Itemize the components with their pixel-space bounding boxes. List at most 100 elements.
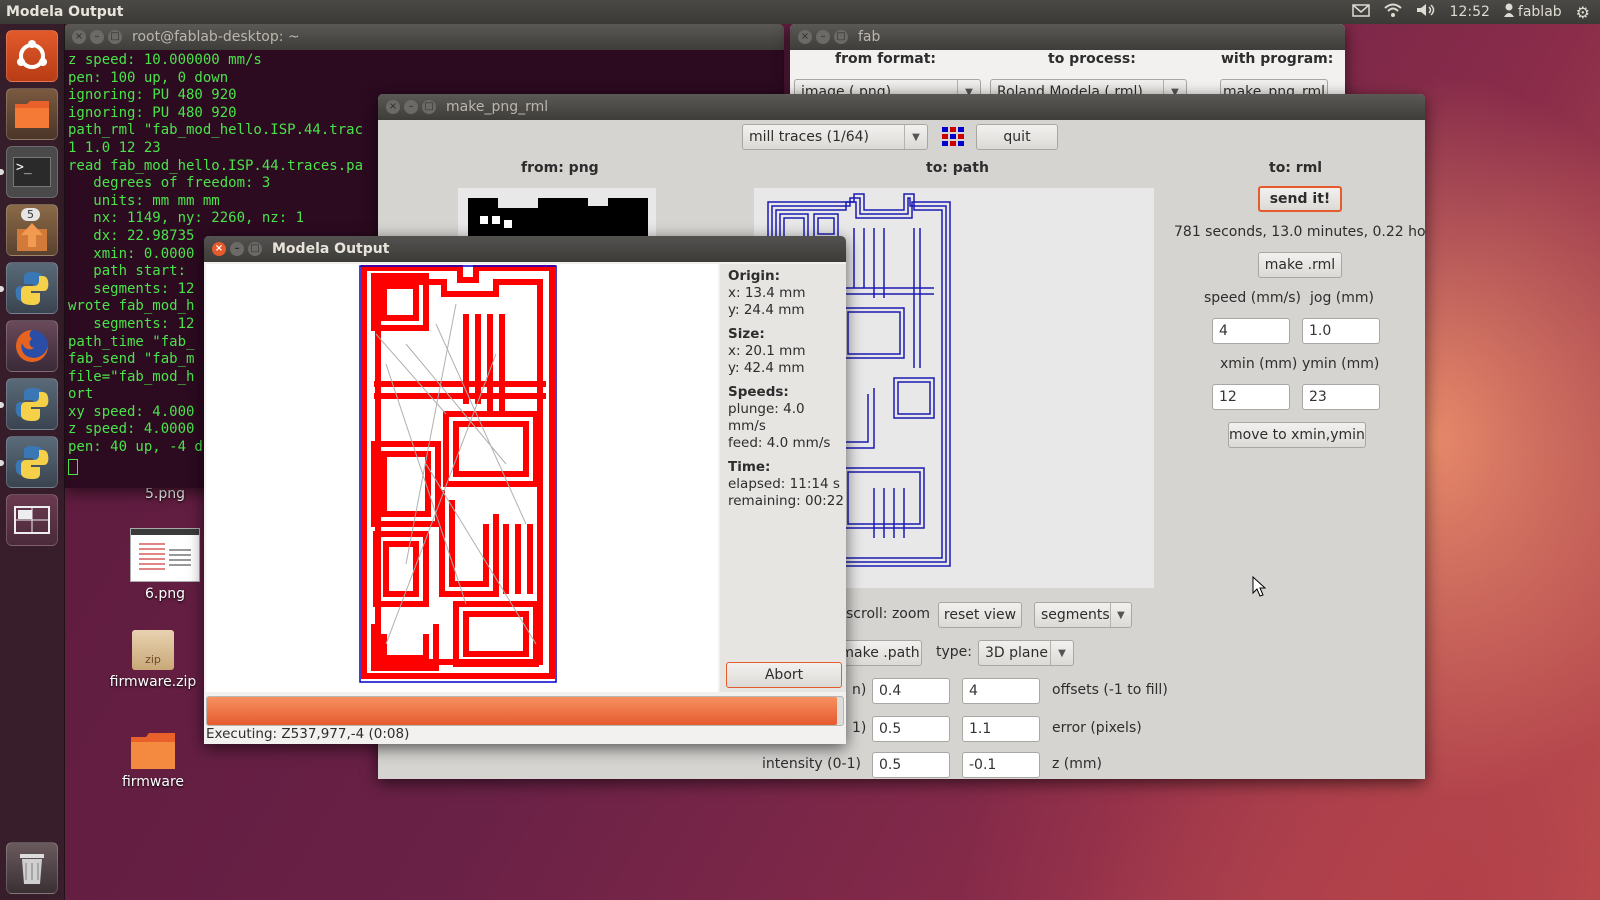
size-label: Size: <box>728 326 765 342</box>
mode-select[interactable]: mill traces (1/64) ▼ <box>742 124 928 150</box>
modela-output-window: × – □ Modela Output Origin: x: 13.4 mm y… <box>204 236 846 744</box>
fab-window: × – □ fab from format: to process: with … <box>790 24 1345 104</box>
gear-icon[interactable]: ⚙ <box>1576 3 1590 22</box>
desktop-icon-label: firmware.zip <box>109 674 197 690</box>
clock[interactable]: 12:52 <box>1450 4 1490 20</box>
trash-icon[interactable] <box>6 842 58 894</box>
origin-label: Origin: <box>728 268 781 284</box>
intensity-input[interactable]: 0.5 <box>872 752 950 778</box>
desktop-icon-firmware-zip[interactable]: zip firmware.zip <box>98 630 208 690</box>
running-indicator <box>0 169 4 175</box>
python-icon[interactable] <box>6 262 58 314</box>
from-format-label: from format: <box>835 51 937 67</box>
user-icon <box>1503 3 1514 21</box>
terminal-titlebar[interactable]: × – □ root@fablab-desktop: ~ <box>64 24 784 50</box>
type-select[interactable]: 3D plane ▼ <box>978 640 1074 666</box>
minimize-icon[interactable]: – <box>816 30 830 44</box>
user-name: fablab <box>1517 4 1562 20</box>
chevron-down-icon: ▼ <box>904 125 927 149</box>
view-mode-select[interactable]: segments ▼ <box>1034 602 1132 628</box>
wifi-icon[interactable] <box>1383 3 1402 21</box>
desktop-icon-label: firmware <box>121 774 185 790</box>
running-indicator <box>0 286 4 292</box>
intensity-label: intensity (0-1) <box>762 756 861 772</box>
terminal-line: z speed: 10.000000 mm/s <box>68 52 262 68</box>
active-window-title: Modela Output <box>6 4 124 20</box>
chevron-down-icon: ▼ <box>1109 603 1131 627</box>
close-icon[interactable]: × <box>386 100 400 114</box>
make-rml-button[interactable]: make .rml <box>1258 252 1342 278</box>
time-label: Time: <box>728 459 771 475</box>
overlap-input[interactable]: 0.5 <box>872 716 950 742</box>
to-process-label: to process: <box>1048 51 1136 67</box>
firefox-icon[interactable] <box>6 320 58 372</box>
send-it-button[interactable]: send it! <box>1258 186 1342 212</box>
modela-title: Modela Output <box>272 241 390 257</box>
feed-speed: feed: 4.0 mm/s <box>728 435 831 451</box>
palette-icon[interactable] <box>940 125 966 149</box>
make-path-button[interactable]: make .path <box>838 640 922 666</box>
jog-label: jog (mm) <box>1310 290 1374 306</box>
minimize-icon[interactable]: – <box>230 242 244 256</box>
archive-badge: zip <box>145 653 161 666</box>
with-program-label: with program: <box>1221 51 1334 67</box>
z-input[interactable]: -0.1 <box>962 752 1040 778</box>
volume-icon[interactable] <box>1416 3 1436 21</box>
mail-icon[interactable] <box>1351 3 1370 21</box>
make-png-rml-titlebar[interactable]: × – □ make_png_rml <box>378 94 1425 120</box>
maximize-icon[interactable]: □ <box>834 30 848 44</box>
offsets-input[interactable]: 4 <box>962 678 1040 704</box>
archive-icon: zip <box>132 630 174 670</box>
z-label: z (mm) <box>1052 756 1102 772</box>
desktop-icon-firmware-folder[interactable]: firmware <box>98 732 208 790</box>
dash-icon[interactable] <box>6 30 58 82</box>
type-label: type: <box>936 644 972 660</box>
modela-titlebar[interactable]: × – □ Modela Output <box>204 236 846 262</box>
python-icon[interactable] <box>6 436 58 488</box>
update-manager-icon[interactable]: 5 <box>6 204 58 256</box>
scroll-zoom-label: scroll: zoom <box>846 606 931 622</box>
folder-icon <box>130 732 176 770</box>
running-indicator <box>0 460 4 466</box>
close-icon[interactable]: × <box>798 30 812 44</box>
type-value: 3D plane <box>985 645 1048 661</box>
close-icon[interactable]: × <box>72 30 86 44</box>
to-rml-label: to: rml <box>1269 160 1323 176</box>
move-to-xmin-ymin-button[interactable]: move to xmin,ymin <box>1228 422 1366 448</box>
diameter-input[interactable]: 0.4 <box>872 678 950 704</box>
minimize-icon[interactable]: – <box>404 100 418 114</box>
speed-input[interactable]: 4 <box>1212 318 1290 344</box>
image-thumbnail-icon <box>130 528 200 582</box>
python-icon[interactable] <box>6 378 58 430</box>
size-y: y: 42.4 mm <box>728 360 805 376</box>
minimize-icon[interactable]: – <box>90 30 104 44</box>
toolpath-canvas[interactable] <box>206 264 718 692</box>
ymin-input[interactable]: 23 <box>1302 384 1380 410</box>
terminal-title: root@fablab-desktop: ~ <box>132 29 300 45</box>
abort-button[interactable]: Abort <box>726 662 842 688</box>
files-icon[interactable] <box>6 88 58 140</box>
close-icon[interactable]: × <box>212 242 226 256</box>
jog-input[interactable]: 1.0 <box>1302 318 1380 344</box>
progress-bar <box>206 696 844 726</box>
offsets-label: offsets (-1 to fill) <box>1052 682 1168 698</box>
quit-button[interactable]: quit <box>976 124 1058 150</box>
maximize-icon[interactable]: □ <box>108 30 122 44</box>
fab-title: fab <box>858 29 881 45</box>
progress-fill <box>207 697 837 725</box>
to-path-label: to: path <box>926 160 989 176</box>
xmin-input[interactable]: 12 <box>1212 384 1290 410</box>
user-menu[interactable]: fablab <box>1503 3 1562 21</box>
fab-titlebar[interactable]: × – □ fab <box>790 24 1345 50</box>
workspace-switcher-icon[interactable] <box>6 494 58 546</box>
origin-x: x: 13.4 mm <box>728 285 806 301</box>
mode-value: mill traces (1/64) <box>749 129 869 145</box>
reset-view-button[interactable]: reset view <box>938 602 1022 628</box>
speed-label: speed (mm/s) <box>1204 290 1301 306</box>
terminal-icon[interactable]: >_ <box>6 146 58 198</box>
elapsed-time: elapsed: 11:14 s <box>728 476 840 492</box>
maximize-icon[interactable]: □ <box>422 100 436 114</box>
top-panel: Modela Output 12:52 fablab ⚙ <box>0 0 1600 24</box>
maximize-icon[interactable]: □ <box>248 242 262 256</box>
error-input[interactable]: 1.1 <box>962 716 1040 742</box>
